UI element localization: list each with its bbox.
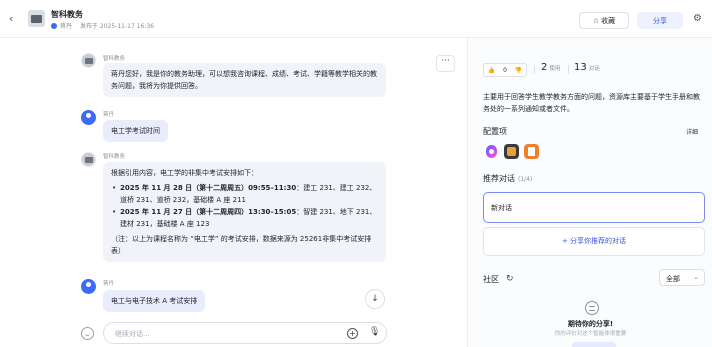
arrow-down-icon: ↓ (371, 294, 379, 304)
recommend-count: (1/4) (518, 176, 533, 183)
chats-value: 13 (574, 62, 587, 73)
user-avatar (81, 279, 96, 294)
star-icon: ☆ (592, 16, 600, 25)
empty-action-button[interactable] (572, 342, 616, 347)
app-meta: 蒋丹 发布于 2025-11-17 16:36 (51, 21, 154, 30)
divider (568, 65, 569, 74)
answer-note: （注：以上为课程名称为 “电工学” 的考试安排，数据来源为 25261非集中考试… (111, 235, 372, 255)
uses-label: 使用 (549, 66, 561, 72)
app-title: 智科教务 (51, 10, 83, 19)
config-detail-link[interactable]: 详细 (686, 127, 698, 136)
gear-icon[interactable]: ⚙ (693, 13, 702, 25)
author-avatar (51, 22, 57, 29)
user-message: 电工与电子技术 A 考试安排 (103, 290, 206, 312)
exam-time: 2025 年 11 月 27 日（第十二周周四）13:30–15:05 (120, 208, 297, 216)
scroll-down-button[interactable]: ↓ (365, 289, 385, 309)
community-title: 社区 (483, 275, 499, 284)
bot-avatar (81, 53, 96, 68)
user-message: 电工学考试时间 (103, 120, 168, 142)
exam-list: 2025 年 11 月 28 日（第十二周周五）09:55–11:30：建工 2… (111, 182, 378, 230)
microphone-icon[interactable]: 🎙 (369, 327, 380, 337)
list-item: 2025 年 11 月 27 日（第十二周周四）13:30–15:05：智建 2… (111, 206, 378, 230)
refresh-icon[interactable]: ↻ (506, 274, 514, 284)
recommend-title-text: 推荐对话 (483, 174, 515, 183)
bot-message: 蒋丹您好，我是你的教务助理，可以想我咨询课程、成绩、考试、学籍等教学相关的教务问… (103, 63, 386, 97)
bot-name: 智科教务 (103, 154, 126, 160)
app-logo (28, 10, 45, 27)
chats-label: 对话 (588, 66, 600, 72)
publish-time: 发布于 2025-11-17 16:36 (80, 23, 154, 30)
bot-avatar (81, 152, 96, 167)
filter-value: 全部 (666, 275, 680, 283)
uses-value: 2 (541, 62, 548, 73)
answer-intro: 根据引用内容，电工学的非集中考试安排如下： (111, 169, 258, 177)
bot-message: 根据引用内容，电工学的非集中考试安排如下： 2025 年 11 月 28 日（第… (103, 162, 386, 262)
vote-buttons[interactable]: 👍 0 👎 (483, 63, 527, 77)
chevron-down-icon: ⌄ (693, 273, 699, 281)
message-input[interactable]: 继续对话... + 🎙 (103, 322, 387, 344)
chevron-left-icon[interactable]: ‹ (9, 13, 13, 24)
thumbs-down-icon[interactable]: 👎 (515, 67, 522, 74)
divider (534, 65, 535, 74)
plugin-icon[interactable] (484, 144, 499, 159)
plugin-icon[interactable] (504, 144, 519, 159)
like-count: 0 (503, 66, 507, 74)
empty-title: 期待你的分享! (567, 320, 614, 328)
user-name: 蒋丹 (103, 281, 115, 287)
attach-plus-icon[interactable]: + (347, 328, 358, 339)
favorite-button[interactable]: ☆ 收藏 (579, 12, 629, 29)
author-name: 蒋丹 (60, 23, 73, 30)
uses-stat: 2 使用 (541, 62, 560, 73)
community-filter-select[interactable]: 全部 ⌄ (659, 269, 705, 286)
more-options-button[interactable]: ··· (436, 55, 455, 72)
user-avatar (81, 110, 96, 125)
empty-chat-icon (585, 301, 599, 315)
recommended-conversation[interactable]: 新对话 (483, 192, 705, 223)
favorite-label: 收藏 (601, 16, 616, 25)
user-name: 蒋丹 (103, 112, 115, 118)
recommend-title: 推荐对话 (1/4) (483, 173, 532, 184)
header-bar: ‹ 智科教务 蒋丹 发布于 2025-11-17 16:36 ☆ 收藏 分享 ⚙ (0, 0, 712, 38)
share-button[interactable]: 分享 (637, 12, 683, 29)
config-title: 配置项 (483, 127, 507, 136)
plugin-icon[interactable] (524, 144, 539, 159)
exam-time: 2025 年 11 月 28 日（第十二周周五）09:55–11:30 (120, 184, 297, 192)
agent-info-panel: 👍 0 👎 2 使用 13 对话 主要用于回答学生教学教务方面的问题，资源库主要基于… (467, 38, 712, 347)
share-recommend-button[interactable]: + 分享你推荐的对话 (483, 227, 705, 256)
assistant-icon[interactable] (81, 327, 94, 340)
empty-subtitle: 你的评价对这个智能体很重要 (554, 331, 627, 337)
chats-stat: 13 对话 (574, 62, 600, 73)
agent-description: 主要用于回答学生教学教务方面的问题，资源库主要基于学生手册和教务处的一系列通知或… (483, 93, 700, 113)
thumbs-up-icon[interactable]: 👍 (488, 67, 495, 74)
bot-name: 智科教务 (103, 56, 126, 62)
list-item: 2025 年 11 月 28 日（第十二周周五）09:55–11:30：建工 2… (111, 182, 378, 206)
input-placeholder: 继续对话... (115, 330, 150, 338)
chat-area: 智科教务 蒋丹您好，我是你的教务助理，可以想我咨询课程、成绩、考试、学籍等教学相… (0, 38, 467, 347)
